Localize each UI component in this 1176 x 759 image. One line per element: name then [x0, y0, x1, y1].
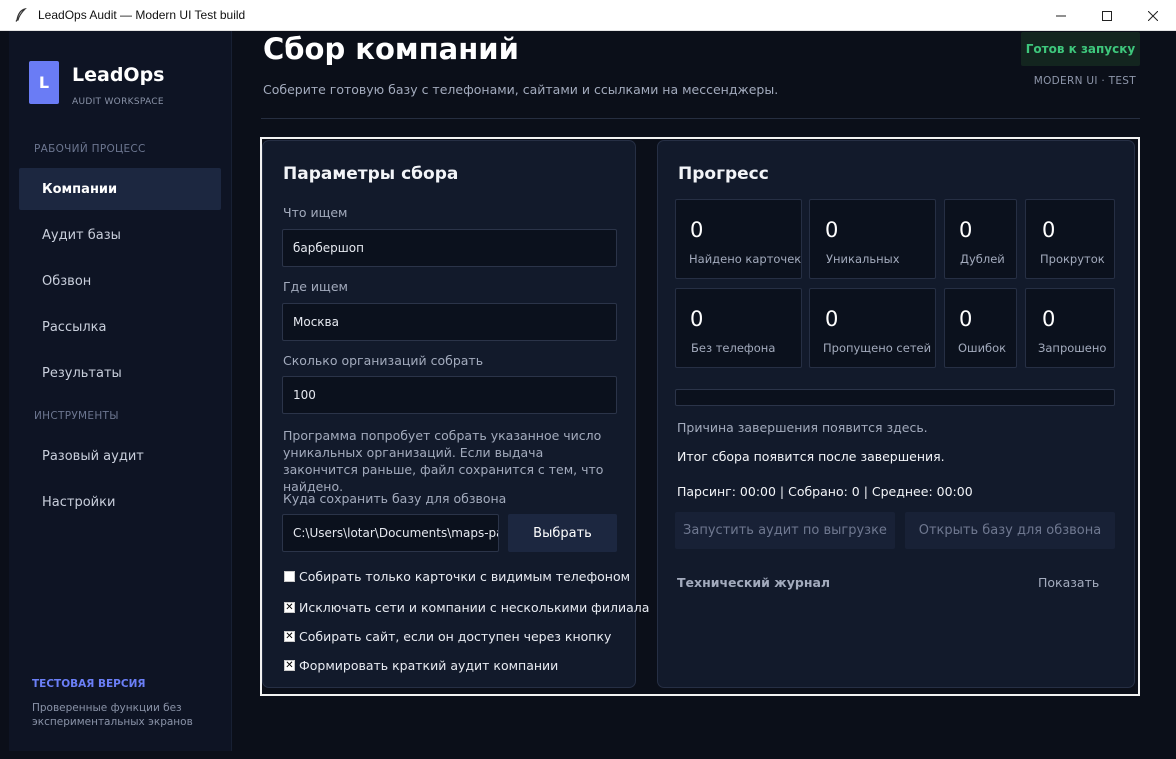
option-short-audit[interactable]: ✕ Формировать краткий аудит компании	[284, 658, 558, 673]
stat-skipped-chains: 0 Пропущено сетей	[809, 288, 936, 368]
location-label: Где ищем	[283, 279, 348, 294]
window-controls	[1038, 0, 1176, 31]
option-exclude-chains[interactable]: ✕ Исключать сети и компании с нескольким…	[284, 600, 649, 615]
option-short-audit-label: Формировать краткий аудит компании	[299, 658, 559, 673]
test-version-label: ТЕСТОВАЯ ВЕРСИЯ	[32, 678, 146, 690]
section-tools: ИНСТРУМЕНТЫ	[34, 410, 119, 422]
count-input[interactable]: 100	[282, 376, 617, 414]
nav-single-audit[interactable]: Разовый аудит	[19, 435, 221, 477]
open-database-button[interactable]: Открыть базу для обзвона	[905, 512, 1115, 549]
count-label: Сколько организаций собрать	[283, 353, 484, 368]
close-button[interactable]	[1130, 0, 1176, 31]
window-titlebar: LeadOps Audit — Modern UI Test build	[0, 0, 1176, 31]
status-badge: Готов к запуску	[1021, 32, 1140, 66]
params-title: Параметры сбора	[283, 164, 459, 184]
stat-label: Пропущено сетей	[823, 341, 932, 355]
choose-path-button[interactable]: Выбрать	[508, 514, 617, 552]
window-title: LeadOps Audit — Modern UI Test build	[38, 8, 246, 22]
logo: L	[29, 61, 59, 104]
stat-label: Дублей	[960, 252, 1005, 266]
maximize-button[interactable]	[1084, 0, 1130, 31]
feather-icon	[14, 8, 28, 22]
option-collect-site-label: Собирать сайт, если он доступен через кн…	[299, 629, 612, 644]
checkbox-checked-icon[interactable]: ✕	[284, 602, 295, 613]
maximize-icon	[1102, 10, 1112, 21]
save-path-input[interactable]: C:\Users\lotar\Documents\maps-par	[282, 514, 499, 552]
stat-value: 0	[825, 218, 839, 242]
nav-mailing[interactable]: Рассылка	[19, 306, 221, 348]
stat-value: 0	[959, 307, 973, 331]
option-phone-only-label: Собирать только карточки с видимым телеф…	[299, 569, 631, 584]
stat-label: Найдено карточек	[689, 252, 802, 266]
save-path-label: Куда сохранить базу для обзвона	[283, 491, 507, 506]
tech-log-title: Технический журнал	[677, 575, 831, 590]
stat-found-cards: 0 Найдено карточек	[675, 199, 802, 279]
header-divider	[261, 118, 1140, 119]
test-version-desc: Проверенные функции без экспериментальны…	[32, 702, 193, 728]
stat-label: Запрошено	[1038, 341, 1107, 355]
option-collect-site[interactable]: ✕ Собирать сайт, если он доступен через …	[284, 629, 611, 644]
progress-bar	[675, 389, 1115, 406]
stat-value: 0	[959, 218, 973, 242]
minimize-button[interactable]	[1038, 0, 1084, 31]
page-subtitle: Соберите готовую базу с телефонами, сайт…	[263, 82, 779, 97]
stat-label: Ошибок	[958, 341, 1007, 355]
close-icon	[1148, 10, 1158, 21]
stat-value: 0	[1042, 218, 1056, 242]
logo-letter: L	[38, 73, 50, 92]
checkbox-checked-icon[interactable]: ✕	[284, 631, 295, 642]
brand-subtitle: AUDIT WORKSPACE	[72, 97, 164, 107]
stat-label: Без телефона	[691, 341, 776, 355]
stat-value: 0	[1042, 307, 1056, 331]
checkbox-unchecked-icon[interactable]	[284, 571, 295, 582]
brand-name: LeadOps	[72, 64, 165, 86]
count-hint: Программа попробует собрать указанное чи…	[283, 428, 604, 494]
mode-label: MODERN UI · TEST	[1033, 75, 1136, 87]
option-phone-only[interactable]: Собирать только карточки с видимым телеф…	[284, 569, 630, 584]
section-workflow: РАБОЧИЙ ПРОЦЕСС	[34, 143, 146, 155]
page-title: Сбор компаний	[263, 32, 519, 66]
progress-title: Прогресс	[678, 164, 769, 184]
stat-requested: 0 Запрошено	[1025, 288, 1115, 368]
timing-stats: Парсинг: 00:00 | Собрано: 0 | Среднее: 0…	[677, 484, 973, 499]
nav-results[interactable]: Результаты	[19, 352, 221, 394]
stat-label: Уникальных	[826, 252, 900, 266]
stat-errors: 0 Ошибок	[944, 288, 1017, 368]
minimize-icon	[1056, 15, 1066, 16]
nav-companies[interactable]: Компании	[19, 168, 221, 210]
nav-calls[interactable]: Обзвон	[19, 260, 221, 302]
query-input[interactable]: барбершоп	[282, 229, 617, 267]
stat-duplicates: 0 Дублей	[944, 199, 1017, 279]
collection-summary: Итог сбора появится после завершения.	[677, 449, 945, 464]
location-input[interactable]: Москва	[282, 303, 617, 341]
show-log-button[interactable]: Показать	[1038, 575, 1099, 590]
run-audit-button[interactable]: Запустить аудит по выгрузке	[675, 512, 895, 549]
stat-label: Прокруток	[1040, 252, 1105, 266]
query-label: Что ищем	[283, 205, 348, 220]
stat-scrolls: 0 Прокруток	[1025, 199, 1115, 279]
nav-settings[interactable]: Настройки	[19, 481, 221, 523]
stat-value: 0	[690, 307, 704, 331]
checkbox-checked-icon[interactable]: ✕	[284, 660, 295, 671]
stat-unique: 0 Уникальных	[809, 199, 936, 279]
stat-value: 0	[690, 218, 704, 242]
sidebar: L LeadOps AUDIT WORKSPACE РАБОЧИЙ ПРОЦЕС…	[9, 31, 232, 751]
option-exclude-chains-label: Исключать сети и компании с несколькими …	[299, 600, 650, 615]
finish-reason: Причина завершения появится здесь.	[677, 420, 928, 435]
stat-no-phone: 0 Без телефона	[675, 288, 802, 368]
stat-value: 0	[825, 307, 839, 331]
nav-database-audit[interactable]: Аудит базы	[19, 214, 221, 256]
